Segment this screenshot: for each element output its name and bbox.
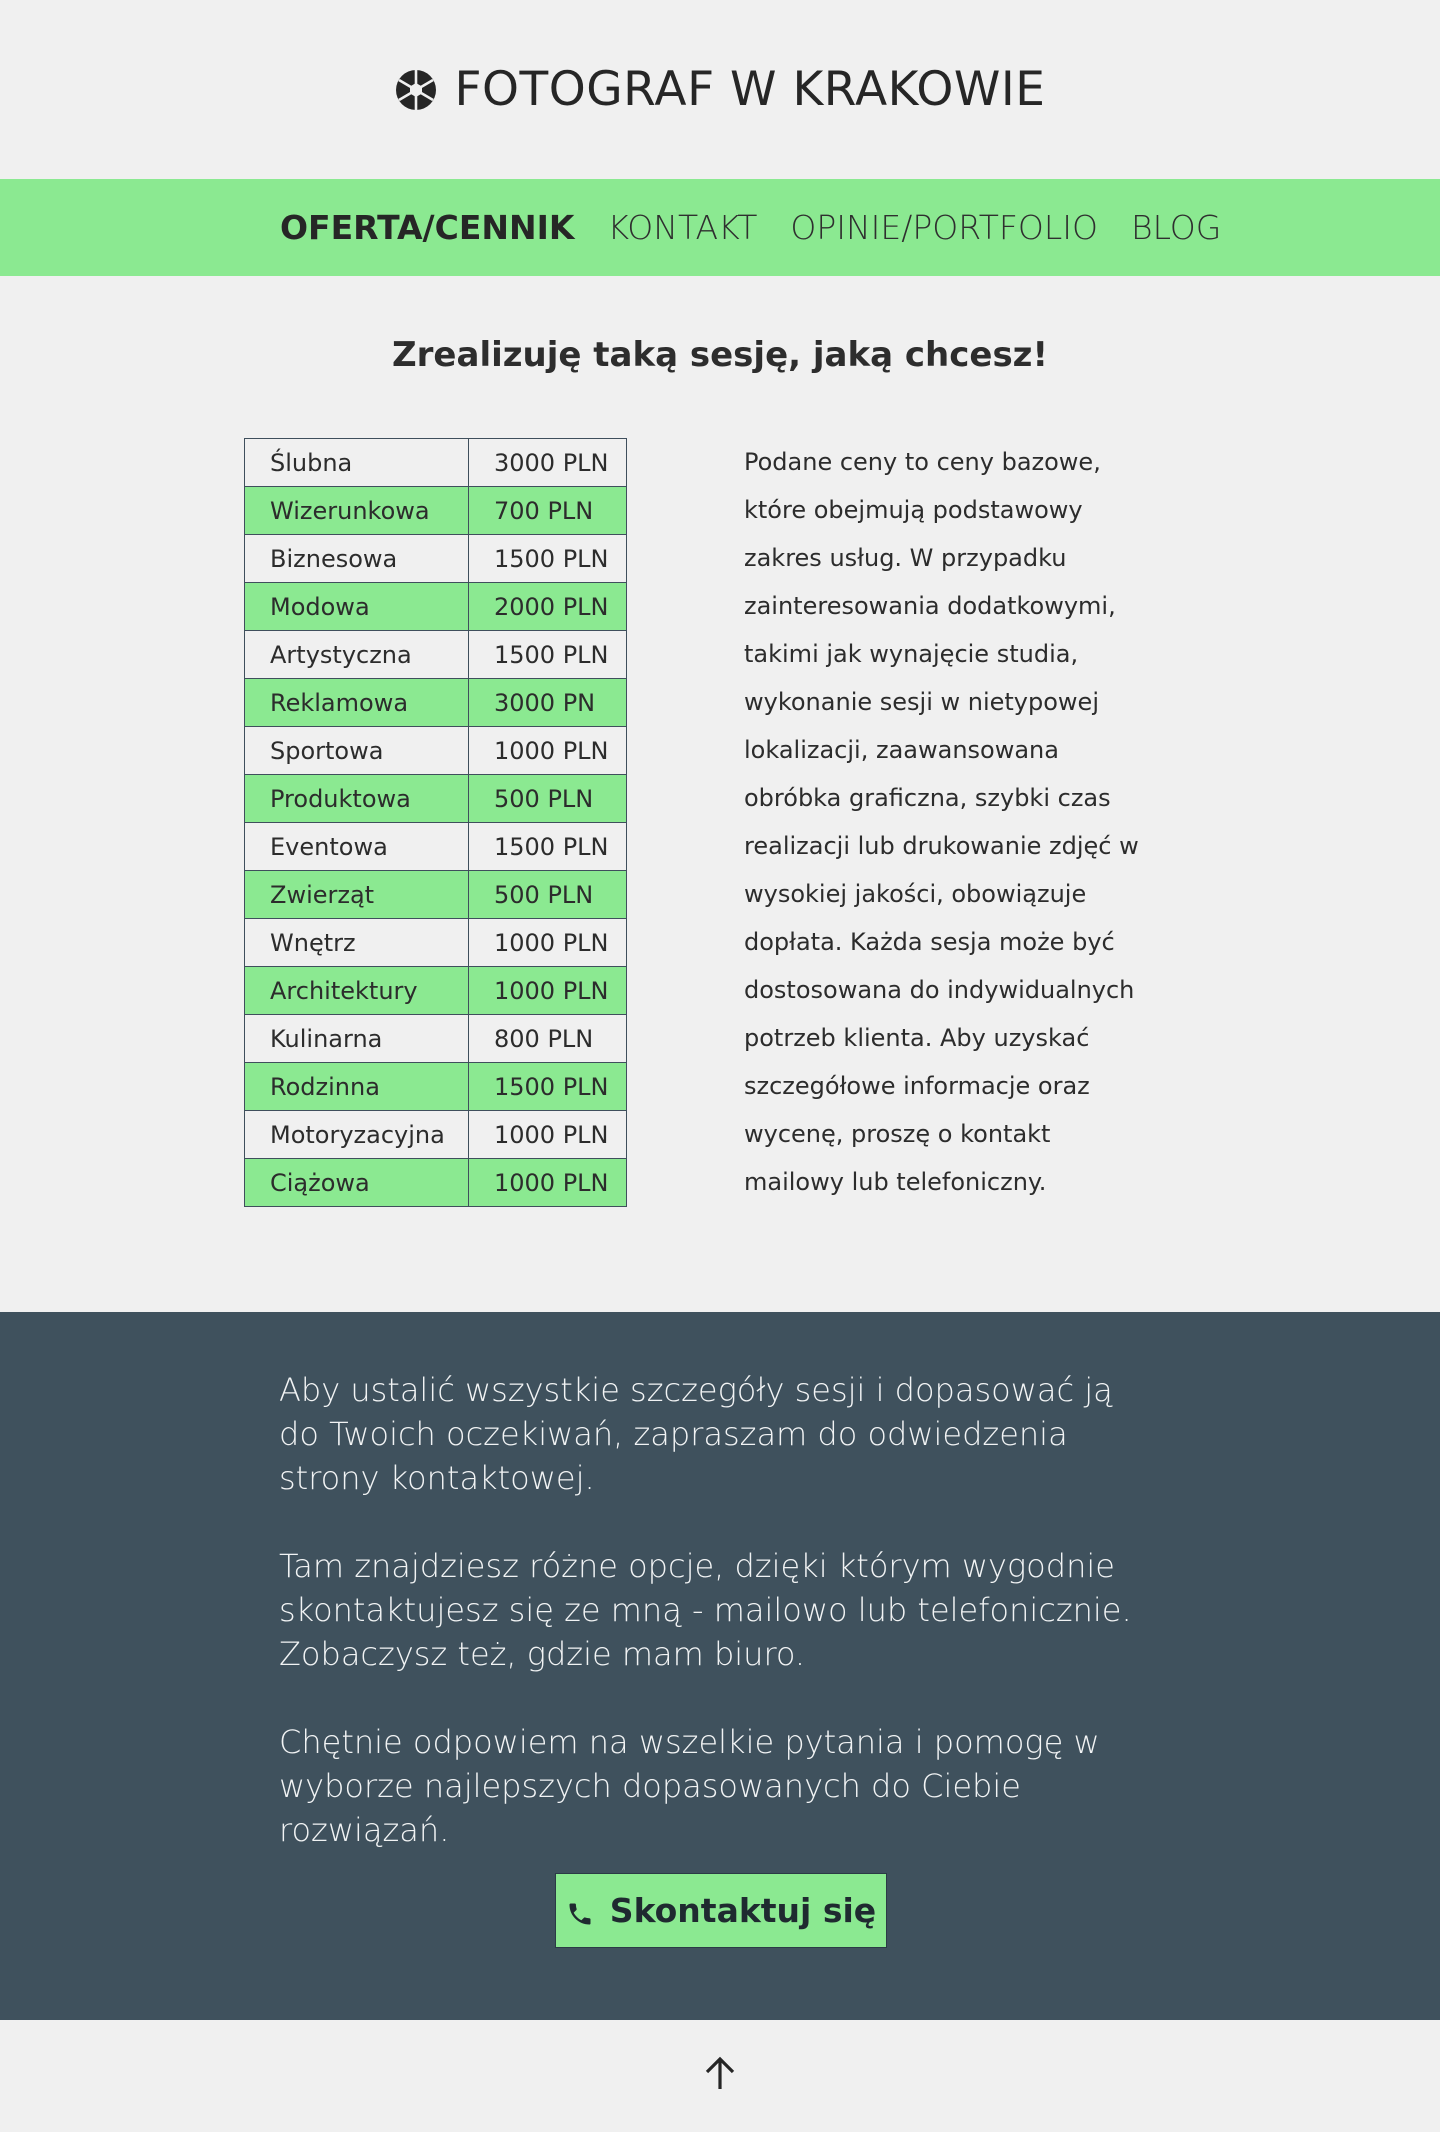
pricing-note-line: wycenę, proszę o kontakt xyxy=(744,1120,1051,1148)
pricing-note-line: zainteresowania dodatkowymi, xyxy=(744,592,1116,620)
session-price: 1000 PLN xyxy=(468,1158,627,1207)
contact-button[interactable]: Skontaktuj się xyxy=(555,1873,887,1948)
pricing-note-line: wysokiej jakości, obowiązuje xyxy=(744,880,1087,908)
table-row: Reklamowa 3000 PN xyxy=(244,678,627,727)
session-price: 1500 PLN xyxy=(468,534,627,583)
pricing-note-line: realizacji lub drukowanie zdjęć w xyxy=(744,832,1139,860)
pricing-note-line: zakres usług. W przypadku xyxy=(744,544,1067,572)
cta-paragraph: Chętnie odpowiem na wszelkie pytania i p… xyxy=(279,1723,1100,1849)
table-row: Ciążowa 1000 PLN xyxy=(244,1158,627,1207)
table-row: Wizerunkowa 700 PLN xyxy=(244,486,627,535)
session-price: 1500 PLN xyxy=(468,630,627,679)
table-row: Kulinarna 800 PLN xyxy=(244,1014,627,1063)
session-name: Sportowa xyxy=(244,726,469,775)
session-price: 1000 PLN xyxy=(468,966,627,1015)
session-name: Artystyczna xyxy=(244,630,469,679)
camera-aperture-icon xyxy=(395,69,437,111)
table-row: Wnętrz 1000 PLN xyxy=(244,918,627,967)
session-name: Ślubna xyxy=(244,438,469,487)
table-row: Artystyczna 1500 PLN xyxy=(244,630,627,679)
session-price: 1500 PLN xyxy=(468,822,627,871)
price-table: Ślubna 3000 PLN Wizerunkowa 700 PLN Biznes… xyxy=(244,438,627,1207)
session-name: Reklamowa xyxy=(244,678,469,727)
table-row: Motoryzacyjna 1000 PLN xyxy=(244,1110,627,1159)
session-name: Modowa xyxy=(244,582,469,631)
table-row: Sportowa 1000 PLN xyxy=(244,726,627,775)
pricing-note-line: takimi jak wynajęcie studia, xyxy=(744,640,1079,668)
pricing-note-line: szczegółowe informacje oraz xyxy=(744,1072,1090,1100)
cta-paragraph: Aby ustalić wszystkie szczegóły sesji i … xyxy=(279,1371,1113,1497)
table-row: Zwierząt 500 PLN xyxy=(244,870,627,919)
table-row: Rodzinna 1500 PLN xyxy=(244,1062,627,1111)
session-price: 1500 PLN xyxy=(468,1062,627,1111)
phone-icon xyxy=(566,1897,594,1925)
session-name: Produktowa xyxy=(244,774,469,823)
site-title[interactable]: FOTOGRAF W KRAKOWIE xyxy=(455,62,1046,117)
table-row: Produktowa 500 PLN xyxy=(244,774,627,823)
page-headline: Zrealizuję taką sesję, jaką chcesz! xyxy=(392,335,1048,375)
pricing-note-line: obróbka graficzna, szybki czas xyxy=(744,784,1111,812)
table-row: Biznesowa 1500 PLN xyxy=(244,534,627,583)
session-name: Wnętrz xyxy=(244,918,469,967)
session-price: 700 PLN xyxy=(468,486,627,535)
session-name: Wizerunkowa xyxy=(244,486,469,535)
arrow-up-icon[interactable] xyxy=(702,2056,738,2092)
session-name: Rodzinna xyxy=(244,1062,469,1111)
cta-paragraph: Tam znajdziesz różne opcje, dzięki który… xyxy=(279,1547,1132,1673)
pricing-note-line: wykonanie sesji w nietypowej xyxy=(744,688,1099,716)
session-name: Biznesowa xyxy=(244,534,469,583)
pricing-note-line: lokalizacji, zaawansowana xyxy=(744,736,1059,764)
session-price: 500 PLN xyxy=(468,870,627,919)
pricing-note-line: Podane ceny to ceny bazowe, xyxy=(744,448,1101,476)
session-price: 1000 PLN xyxy=(468,1110,627,1159)
main-navigation: OFERTA/CENNIK KONTAKT OPINIE/PORTFOLIO B… xyxy=(0,179,1440,276)
cta-text: Aby ustalić wszystkie szczegóły sesji i … xyxy=(279,1368,1159,1896)
session-price: 3000 PN xyxy=(468,678,627,727)
pricing-note-line: dostosowana do indywidualnych xyxy=(744,976,1135,1004)
contact-button-label: Skontaktuj się xyxy=(609,1891,877,1930)
nav-item-blog[interactable]: BLOG xyxy=(1131,208,1221,247)
nav-item-opinie-portfolio[interactable]: OPINIE/PORTFOLIO xyxy=(790,208,1098,247)
session-name: Zwierząt xyxy=(244,870,469,919)
session-price: 800 PLN xyxy=(468,1014,627,1063)
session-price: 3000 PLN xyxy=(468,438,627,487)
session-price: 1000 PLN xyxy=(468,918,627,967)
pricing-note-line: które obejmują podstawowy xyxy=(744,496,1083,524)
session-name: Architektury xyxy=(244,966,469,1015)
site-header: FOTOGRAF W KRAKOWIE xyxy=(0,0,1440,179)
pricing-note: Podane ceny to ceny bazowe, które obejmu… xyxy=(744,438,1139,1206)
pricing-note-line: mailowy lub telefoniczny. xyxy=(744,1168,1047,1196)
contact-cta-section: Aby ustalić wszystkie szczegóły sesji i … xyxy=(0,1312,1440,2020)
nav-item-oferta-cennik[interactable]: OFERTA/CENNIK xyxy=(280,208,574,247)
session-name: Kulinarna xyxy=(244,1014,469,1063)
nav-item-kontakt[interactable]: KONTAKT xyxy=(607,208,757,247)
table-row: Ślubna 3000 PLN xyxy=(244,438,627,487)
session-price: 1000 PLN xyxy=(468,726,627,775)
table-row: Eventowa 1500 PLN xyxy=(244,822,627,871)
table-row: Modowa 2000 PLN xyxy=(244,582,627,631)
session-price: 500 PLN xyxy=(468,774,627,823)
session-name: Eventowa xyxy=(244,822,469,871)
main-content: Zrealizuję taką sesję, jaką chcesz! Ślub… xyxy=(0,276,1440,1311)
session-price: 2000 PLN xyxy=(468,582,627,631)
session-name: Ciążowa xyxy=(244,1158,469,1207)
pricing-note-line: dopłata. Każda sesja może być xyxy=(744,928,1115,956)
table-row: Architektury 1000 PLN xyxy=(244,966,627,1015)
session-name: Motoryzacyjna xyxy=(244,1110,469,1159)
pricing-note-line: potrzeb klienta. Aby uzyskać xyxy=(744,1024,1090,1052)
